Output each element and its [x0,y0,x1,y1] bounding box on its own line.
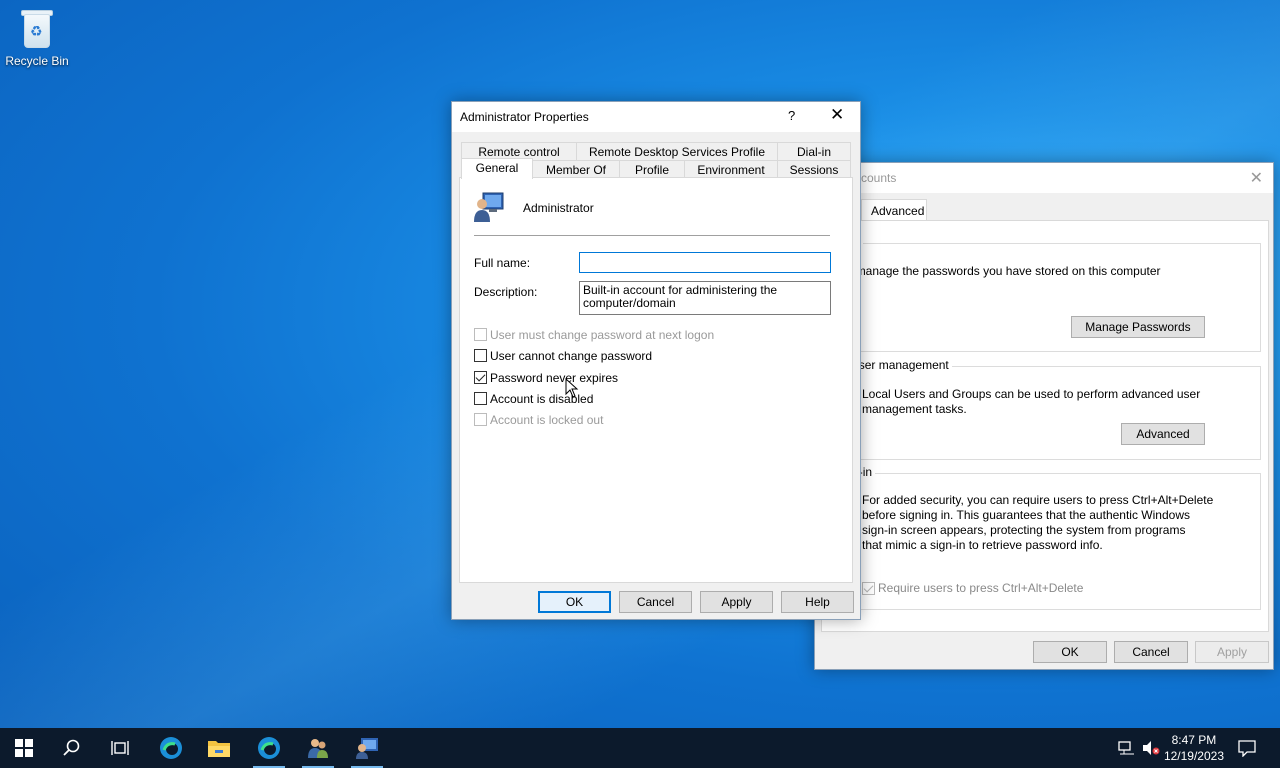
account-name-label: Administrator [523,201,594,215]
secure-text-4: that mimic a sign-in to retrieve passwor… [862,538,1103,552]
apply-button[interactable]: Apply [700,591,773,613]
passwords-group: sswords u can manage the passwords you h… [812,235,1261,352]
tab-remote-desktop-services-profile[interactable]: Remote Desktop Services Profile [576,142,778,160]
network-icon[interactable] [1118,740,1136,760]
description-input[interactable]: Built-in account for administering the c… [579,281,831,315]
must-change-password-checkbox[interactable] [474,328,487,341]
help-button[interactable]: Help [781,591,854,613]
ok-button[interactable]: OK [538,591,611,613]
account-disabled-checkbox[interactable] [474,392,487,405]
manage-passwords-button[interactable]: Manage Passwords [1071,316,1205,338]
separator [474,235,830,236]
clock-date: 12/19/2023 [1163,749,1224,763]
secure-text-2: before signing in. This guarantees that … [862,508,1190,522]
recycle-bin-desktop-icon[interactable]: ♻ Recycle Bin [4,6,70,68]
must-change-password-label: User must change password at next logon [490,328,715,342]
user-account-icon [473,190,505,224]
taskbar-edge-button[interactable] [147,728,195,768]
notification-center-icon[interactable] [1238,739,1256,761]
user-accounts-cancel-button[interactable]: Cancel [1114,641,1188,663]
user-accounts-apply-button[interactable]: Apply [1195,641,1269,663]
full-name-input[interactable] [579,252,831,273]
search-icon [63,739,80,756]
advanced-tab-panel: sswords u can manage the passwords you h… [812,220,1269,632]
edge-icon [160,737,182,759]
taskbar: 8:47 PM 12/19/2023 [0,728,1280,768]
tab-member-of[interactable]: Member Of [532,160,620,178]
secure-sign-in-group: ure sign-in For added security, you can … [812,465,1261,610]
close-icon[interactable]: ✕ [1250,168,1263,187]
tab-advanced[interactable]: Advanced [861,199,927,221]
tab-environment[interactable]: Environment [684,160,778,178]
advanced-user-management-group: anced user management Local Users and Gr… [812,358,1261,460]
recycle-bin-icon: ♻ [17,6,57,50]
password-never-expires-checkbox[interactable] [474,371,487,384]
password-never-expires-label: Password never expires [490,371,619,385]
taskbar-clock[interactable]: 8:47 PM 12/19/2023 [1164,732,1224,764]
file-explorer-icon [208,741,230,757]
dialog-title: Administrator Properties [460,110,589,124]
edge-icon [258,737,280,759]
user-accounts-titlebar[interactable]: counts ✕ [815,163,1273,193]
account-locked-out-label: Account is locked out [490,413,604,427]
user-management-text-1: Local Users and Groups can be used to pe… [862,387,1201,401]
secure-text-1: For added security, you can require user… [862,493,1214,507]
full-name-label: Full name: [474,256,531,270]
advanced-button[interactable]: Advanced [1121,423,1205,445]
start-button[interactable] [0,728,48,768]
tab-general[interactable]: General [461,158,533,179]
require-ctrl-alt-del-label: Require users to press Ctrl+Alt+Delete [878,581,1084,595]
help-icon[interactable]: ? [788,108,795,123]
secure-text-3: sign-in screen appears, protecting the s… [862,523,1186,537]
tab-sessions[interactable]: Sessions [777,160,851,178]
cancel-button[interactable]: Cancel [619,591,692,613]
close-icon[interactable]: ✕ [830,105,844,125]
cannot-change-password-label: User cannot change password [490,349,653,363]
mouse-cursor-icon [565,378,579,398]
computer-management-icon [356,738,378,759]
volume-muted-icon[interactable] [1142,740,1160,760]
dialog-titlebar[interactable]: Administrator Properties ? ✕ [452,102,860,132]
user-accounts-ok-button[interactable]: OK [1033,641,1107,663]
user-accounts-window[interactable]: counts ✕ Advanced sswords u can manage t… [812,162,1274,670]
taskbar-user-accounts-button[interactable] [294,728,342,768]
description-label: Description: [474,285,538,299]
tab-dial-in[interactable]: Dial-in [777,142,851,160]
clock-time: 8:47 PM [1171,733,1217,747]
account-locked-out-checkbox[interactable] [474,413,487,426]
taskbar-computer-management-button[interactable] [343,728,391,768]
user-accounts-title: counts [861,171,897,185]
task-view-button[interactable] [96,728,144,768]
start-icon [15,739,33,757]
task-view-icon [111,741,129,755]
passwords-description: u can manage the passwords you have stor… [823,264,1161,278]
cannot-change-password-checkbox[interactable] [474,349,487,362]
require-ctrl-alt-del-checkbox[interactable] [862,582,875,595]
users-icon [308,739,328,758]
taskbar-file-explorer-button[interactable] [195,728,243,768]
administrator-properties-dialog[interactable]: Administrator Properties ? ✕ Remote cont… [451,101,861,620]
taskbar-edge-running-button[interactable] [245,728,293,768]
tab-profile[interactable]: Profile [619,160,685,178]
recycle-bin-label: Recycle Bin [5,54,69,68]
search-button[interactable] [48,728,96,768]
general-tab-panel: Administrator Full name: Description: Bu… [459,177,853,583]
user-management-text-2: management tasks. [862,402,967,416]
